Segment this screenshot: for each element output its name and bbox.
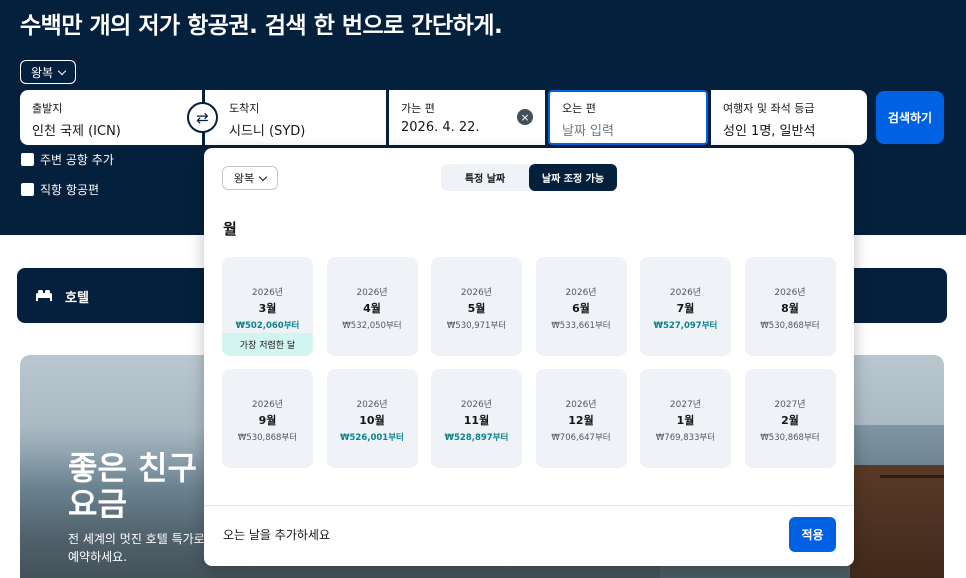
apply-button[interactable]: 적용 bbox=[789, 517, 836, 552]
date-picker-popup: 왕복 특정 날짜 날짜 조정 가능 월 2026년 3월 ₩502,060부터 … bbox=[204, 148, 854, 566]
month-card[interactable]: 2026년 6월 ₩533,661부터 bbox=[535, 257, 627, 356]
month-price: ₩528,897부터 bbox=[444, 433, 509, 443]
month-year: 2027년 bbox=[774, 400, 806, 410]
month-price: ₩533,661부터 bbox=[551, 321, 611, 331]
month-card[interactable]: 2026년 11월 ₩528,897부터 bbox=[431, 369, 522, 468]
month-name: 2월 bbox=[781, 414, 799, 427]
month-year: 2027년 bbox=[669, 400, 702, 410]
return-placeholder: 날짜 입력 bbox=[562, 124, 614, 139]
cheapest-month-badge: 가장 저렴한 달 bbox=[222, 333, 313, 356]
month-card[interactable]: 2026년 4월 ₩532,050부터 bbox=[326, 257, 418, 356]
direct-flights-label: 직항 항공편 bbox=[40, 183, 100, 197]
month-year: 2026년 bbox=[565, 288, 597, 298]
tab-specific-date[interactable]: 특정 날짜 bbox=[441, 164, 529, 191]
origin-field[interactable]: 출발지 인천 국제 (ICN) bbox=[20, 90, 202, 145]
chevron-down-icon bbox=[57, 66, 67, 75]
month-card[interactable]: 2027년 2월 ₩530,868부터 bbox=[744, 369, 836, 468]
page-headline: 수백만 개의 저가 항공권. 검색 한 번으로 간단하게. bbox=[20, 13, 503, 39]
trip-type-label: 왕복 bbox=[30, 65, 54, 80]
travellers-label: 여행자 및 좌석 등급 bbox=[723, 102, 815, 115]
month-card[interactable]: 2026년 3월 ₩502,060부터 가장 저렴한 달 bbox=[222, 257, 313, 356]
depart-label: 가는 편 bbox=[401, 102, 435, 115]
month-year: 2026년 bbox=[251, 400, 284, 410]
popup-trip-type-select[interactable]: 왕복 bbox=[222, 166, 278, 190]
month-name: 6월 bbox=[572, 302, 590, 315]
tab-flexible-date[interactable]: 날짜 조정 가능 bbox=[529, 164, 617, 191]
month-name: 1월 bbox=[676, 414, 695, 427]
origin-value: 인천 국제 (ICN) bbox=[32, 124, 121, 139]
month-price: ₩530,971부터 bbox=[446, 321, 507, 331]
search-button[interactable]: 검색하기 bbox=[876, 91, 944, 144]
month-year: 2026년 bbox=[669, 288, 702, 298]
return-label: 오는 편 bbox=[562, 102, 596, 115]
promo-title-line2: 요금 bbox=[68, 485, 127, 523]
month-name: 10월 bbox=[359, 414, 385, 427]
month-name: 12월 bbox=[568, 414, 594, 427]
month-name: 4월 bbox=[363, 302, 381, 315]
month-name: 9월 bbox=[258, 414, 277, 427]
month-year: 2026년 bbox=[251, 288, 284, 298]
bed-icon bbox=[36, 290, 52, 301]
month-year: 2026년 bbox=[356, 400, 388, 410]
month-grid: 2026년 3월 ₩502,060부터 가장 저렴한 달 2026년 4월 ₩5… bbox=[222, 257, 836, 468]
direct-flights-option[interactable]: 직항 항공편 bbox=[21, 181, 99, 198]
promo-title-line1: 좋은 친구 bbox=[68, 449, 197, 487]
month-price: ₩530,868부터 bbox=[237, 433, 298, 443]
travellers-field[interactable]: 여행자 및 좌석 등급 성인 1명, 일반석 bbox=[711, 90, 867, 145]
month-year: 2026년 bbox=[565, 400, 597, 410]
month-name: 3월 bbox=[258, 302, 277, 315]
month-price: ₩530,868부터 bbox=[760, 433, 820, 443]
month-card[interactable]: 2026년 5월 ₩530,971부터 bbox=[431, 257, 522, 356]
nearby-airports-label: 주변 공항 추가 bbox=[40, 153, 114, 167]
promo-subtitle-line2: 예약하세요. bbox=[68, 550, 128, 564]
month-price: ₩769,833부터 bbox=[655, 433, 716, 443]
chevron-down-icon bbox=[258, 172, 268, 181]
month-price: ₩526,001부터 bbox=[340, 433, 404, 443]
nearby-airports-checkbox[interactable] bbox=[21, 153, 34, 166]
month-year: 2026년 bbox=[460, 400, 493, 410]
return-date-hint: 오는 날을 추가하세요 bbox=[223, 528, 330, 542]
month-price: ₩532,050부터 bbox=[342, 321, 402, 331]
month-name: 7월 bbox=[676, 302, 695, 315]
month-year: 2026년 bbox=[356, 288, 388, 298]
promo-subtitle-line1: 전 세계의 멋진 호텔 특가로 bbox=[68, 532, 205, 546]
popup-divider bbox=[204, 505, 854, 506]
deck-rail bbox=[880, 475, 944, 478]
month-price: ₩706,647부터 bbox=[551, 433, 611, 443]
month-year: 2026년 bbox=[774, 288, 806, 298]
promo-title: 좋은 친구 요금 bbox=[68, 450, 197, 522]
return-date-field[interactable]: 오는 편 날짜 입력 bbox=[548, 90, 708, 145]
month-card[interactable]: 2026년 9월 ₩530,868부터 bbox=[222, 369, 313, 468]
hotel-label: 호텔 bbox=[65, 291, 89, 306]
month-card[interactable]: 2026년 7월 ₩527,097부터 bbox=[640, 257, 731, 356]
popup-trip-type-label: 왕복 bbox=[233, 172, 255, 185]
month-card[interactable]: 2026년 12월 ₩706,647부터 bbox=[535, 369, 627, 468]
origin-label: 출발지 bbox=[32, 102, 63, 115]
month-name: 8월 bbox=[781, 302, 799, 315]
promo-subtitle: 전 세계의 멋진 호텔 특가로 예약하세요. bbox=[68, 530, 205, 566]
month-card[interactable]: 2026년 10월 ₩526,001부터 bbox=[326, 369, 418, 468]
trip-type-select[interactable]: 왕복 bbox=[20, 60, 76, 84]
deck-image bbox=[850, 465, 944, 578]
destination-field[interactable]: 도착지 시드니 (SYD) bbox=[205, 90, 386, 145]
month-name: 5월 bbox=[467, 302, 486, 315]
depart-value: 2026. 4. 22. bbox=[401, 120, 480, 135]
month-price: ₩527,097부터 bbox=[653, 321, 718, 331]
date-mode-toggle: 특정 날짜 날짜 조정 가능 bbox=[441, 164, 617, 191]
travellers-value: 성인 1명, 일반석 bbox=[723, 124, 816, 139]
month-name: 11월 bbox=[463, 414, 490, 427]
nearby-airports-option[interactable]: 주변 공항 추가 bbox=[21, 151, 114, 168]
destination-label: 도착지 bbox=[229, 102, 260, 115]
direct-flights-checkbox[interactable] bbox=[21, 183, 34, 196]
clear-icon[interactable]: × bbox=[517, 109, 533, 125]
month-card[interactable]: 2026년 8월 ₩530,868부터 bbox=[744, 257, 836, 356]
month-price: ₩530,868부터 bbox=[760, 321, 820, 331]
month-heading: 월 bbox=[223, 220, 237, 238]
destination-value: 시드니 (SYD) bbox=[229, 124, 306, 139]
month-card[interactable]: 2027년 1월 ₩769,833부터 bbox=[640, 369, 731, 468]
swap-icon[interactable]: ⇄ bbox=[187, 102, 218, 133]
month-price: ₩502,060부터 bbox=[235, 321, 300, 331]
month-year: 2026년 bbox=[460, 288, 493, 298]
